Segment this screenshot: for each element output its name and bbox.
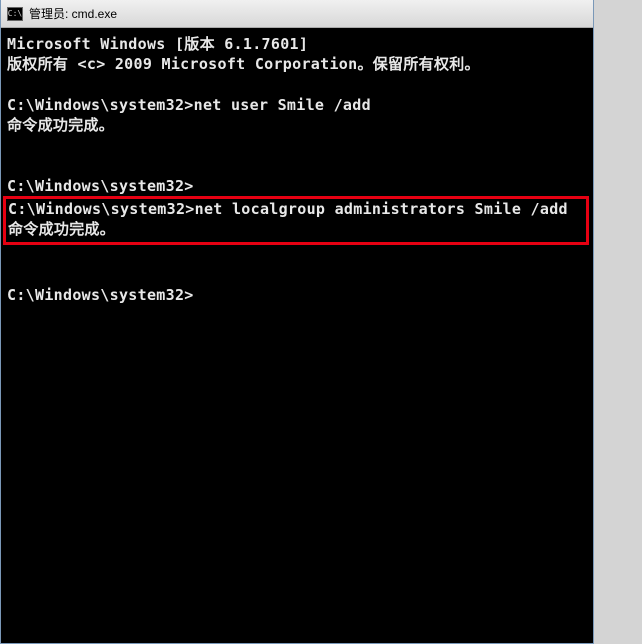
copyright-line: 版权所有 <c> 2009 Microsoft Corporation。保留所有… — [7, 54, 587, 74]
prompt-line: C:\Windows\system32> — [7, 176, 587, 196]
prompt: C:\Windows\system32> — [8, 200, 195, 218]
blank-line — [7, 245, 587, 265]
command-line-1: C:\Windows\system32>net user Smile /add — [7, 95, 587, 115]
cmd-window: C:\ 管理员: cmd.exe Microsoft Windows [版本 6… — [0, 0, 594, 644]
blank-line — [7, 265, 587, 285]
terminal-output[interactable]: Microsoft Windows [版本 6.1.7601]版权所有 <c> … — [1, 28, 593, 643]
prompt-line: C:\Windows\system32> — [7, 285, 587, 305]
command-line-2: C:\Windows\system32>net localgroup admin… — [8, 199, 584, 219]
blank-line — [7, 135, 587, 155]
titlebar[interactable]: C:\ 管理员: cmd.exe — [1, 0, 593, 28]
command-text: net localgroup administrators Smile /add — [195, 200, 568, 218]
cmd-icon: C:\ — [7, 7, 23, 21]
highlighted-command: C:\Windows\system32>net localgroup admin… — [3, 196, 589, 245]
prompt: C:\Windows\system32> — [7, 96, 194, 114]
success-message: 命令成功完成。 — [8, 219, 584, 239]
command-text: net user Smile /add — [194, 96, 371, 114]
blank-line — [7, 156, 587, 176]
window-title: 管理员: cmd.exe — [29, 5, 117, 22]
success-message: 命令成功完成。 — [7, 115, 587, 135]
blank-line — [7, 75, 587, 95]
version-line: Microsoft Windows [版本 6.1.7601] — [7, 34, 587, 54]
